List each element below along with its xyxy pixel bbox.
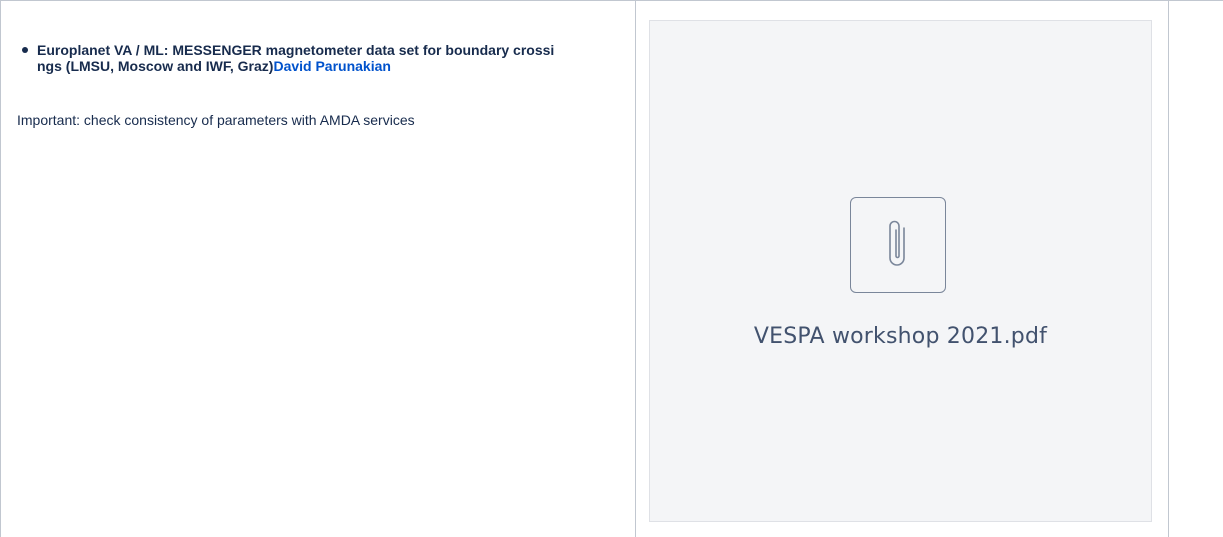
attachment-file-name[interactable]: VESPA workshop 2021.pdf: [650, 324, 1151, 349]
list-item: Europlanet VA / ML: MESSENGER magnetomet…: [17, 42, 617, 74]
user-mention-link[interactable]: David Parunakian: [273, 58, 391, 74]
bullet-icon: [22, 47, 28, 53]
table-column-divider: [635, 0, 636, 537]
file-placeholder: [850, 197, 946, 293]
page: Europlanet VA / ML: MESSENGER magnetomet…: [0, 0, 1223, 537]
table-cell-left: Europlanet VA / ML: MESSENGER magnetomet…: [1, 1, 635, 537]
table-column-divider-right: [1168, 0, 1169, 537]
paperclip-icon: [889, 220, 905, 266]
task-list: Europlanet VA / ML: MESSENGER magnetomet…: [17, 42, 617, 74]
note-text: Important: check consistency of paramete…: [17, 112, 415, 128]
list-item-text: Europlanet VA / ML: MESSENGER magnetomet…: [37, 42, 557, 74]
attachment-preview[interactable]: VESPA workshop 2021.pdf: [649, 20, 1152, 522]
